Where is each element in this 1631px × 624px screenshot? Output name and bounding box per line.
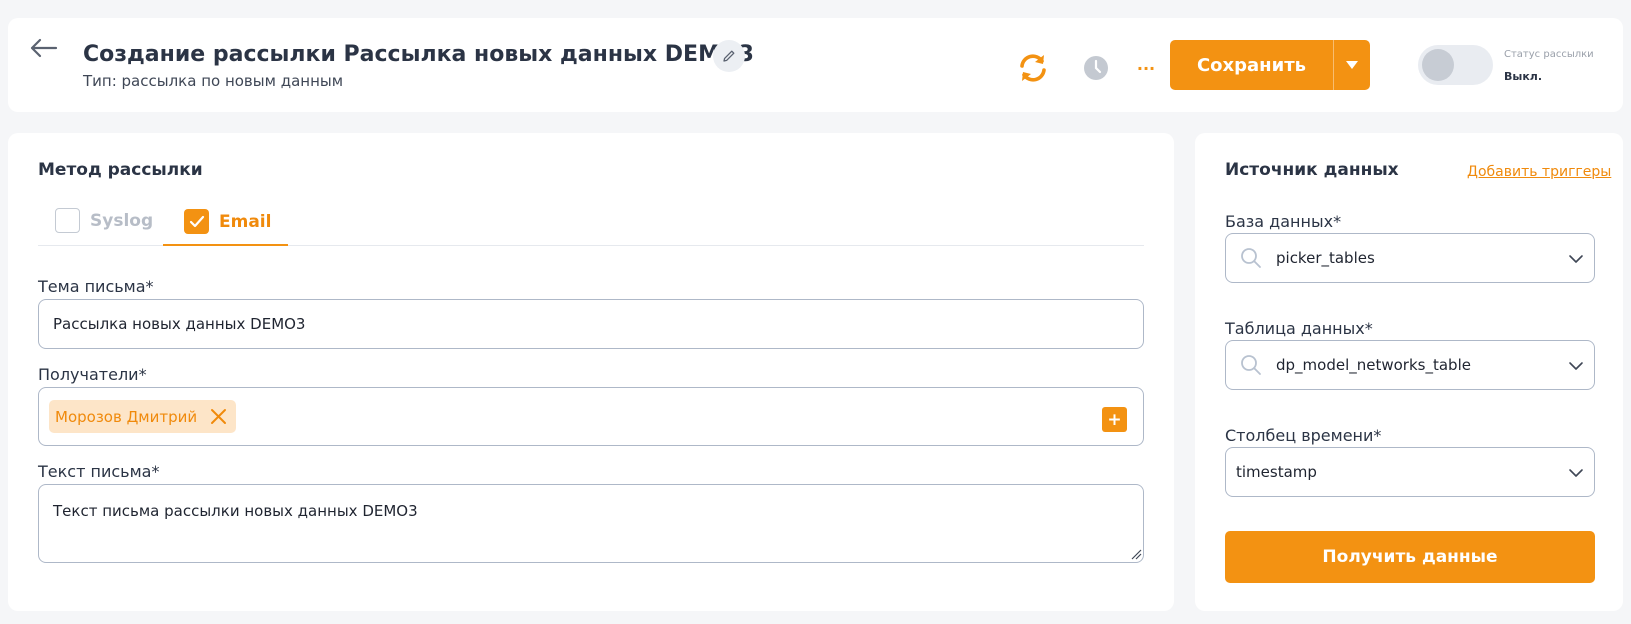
get-data-button[interactable]: Получить данные	[1225, 531, 1595, 583]
save-button[interactable]: Сохранить	[1170, 40, 1333, 90]
tab-syslog[interactable]: Syslog	[55, 208, 153, 233]
add-recipient-button[interactable]: +	[1102, 407, 1127, 432]
save-button-group: Сохранить	[1170, 40, 1370, 90]
refresh-icon	[1020, 54, 1046, 82]
active-tab-underline	[163, 244, 288, 246]
toggle-knob	[1422, 49, 1454, 81]
db-label: База данных*	[1225, 212, 1342, 231]
refresh-button[interactable]	[1015, 50, 1051, 86]
back-arrow-icon[interactable]	[28, 36, 58, 60]
page-subtitle: Тип: рассылка по новым данным	[83, 72, 344, 90]
body-value: Текст письма рассылки новых данных DEMO3	[53, 502, 418, 520]
chevron-down-icon	[1569, 362, 1583, 370]
method-title: Метод рассылки	[38, 160, 203, 180]
subject-value: Рассылка новых данных DEMO3	[53, 315, 306, 333]
source-title: Источник данных	[1225, 160, 1399, 180]
chevron-down-icon	[1569, 255, 1583, 263]
recipient-chip: Морозов Дмитрий	[49, 400, 236, 433]
table-value: dp_model_networks_table	[1276, 356, 1471, 374]
status-value: Выкл.	[1504, 70, 1543, 83]
time-select[interactable]: timestamp	[1225, 447, 1595, 497]
more-dots-icon: ···	[1136, 58, 1156, 78]
chevron-down-icon	[1569, 469, 1583, 477]
time-label: Столбец времени*	[1225, 426, 1382, 445]
syslog-checkbox[interactable]	[55, 208, 80, 233]
history-button[interactable]	[1080, 52, 1112, 84]
recipient-chip-label: Морозов Дмитрий	[55, 407, 198, 426]
body-textarea[interactable]: Текст письма рассылки новых данных DEMO3	[38, 484, 1144, 563]
status-label: Статус рассылки	[1504, 49, 1594, 60]
status-toggle[interactable]	[1418, 45, 1493, 85]
add-triggers-link[interactable]: Добавить триггеры	[1467, 164, 1611, 180]
caret-down-icon	[1346, 61, 1358, 69]
email-checkbox[interactable]	[184, 209, 209, 234]
close-icon[interactable]	[210, 408, 227, 425]
subject-input[interactable]: Рассылка новых данных DEMO3	[38, 299, 1144, 349]
clock-icon	[1084, 56, 1108, 80]
subject-label: Тема письма*	[38, 277, 154, 296]
page-title: Создание рассылки Рассылка новых данных …	[83, 42, 754, 67]
table-select[interactable]: dp_model_networks_table	[1225, 340, 1595, 390]
search-icon	[1241, 248, 1261, 268]
recipients-label: Получатели*	[38, 365, 147, 384]
more-options-button[interactable]: ···	[1130, 52, 1162, 84]
save-dropdown-button[interactable]	[1333, 40, 1370, 90]
time-value: timestamp	[1236, 463, 1317, 481]
tab-syslog-label: Syslog	[90, 210, 154, 231]
tab-email[interactable]: Email	[184, 209, 271, 234]
pencil-icon	[723, 50, 735, 62]
body-label: Текст письма*	[38, 462, 160, 481]
edit-title-button[interactable]	[713, 40, 745, 72]
db-select[interactable]: picker_tables	[1225, 233, 1595, 283]
search-icon	[1241, 355, 1261, 375]
tab-email-label: Email	[219, 211, 272, 232]
table-label: Таблица данных*	[1225, 319, 1373, 338]
check-icon	[189, 215, 204, 228]
resize-handle-icon[interactable]	[1131, 549, 1142, 560]
db-value: picker_tables	[1276, 249, 1375, 267]
